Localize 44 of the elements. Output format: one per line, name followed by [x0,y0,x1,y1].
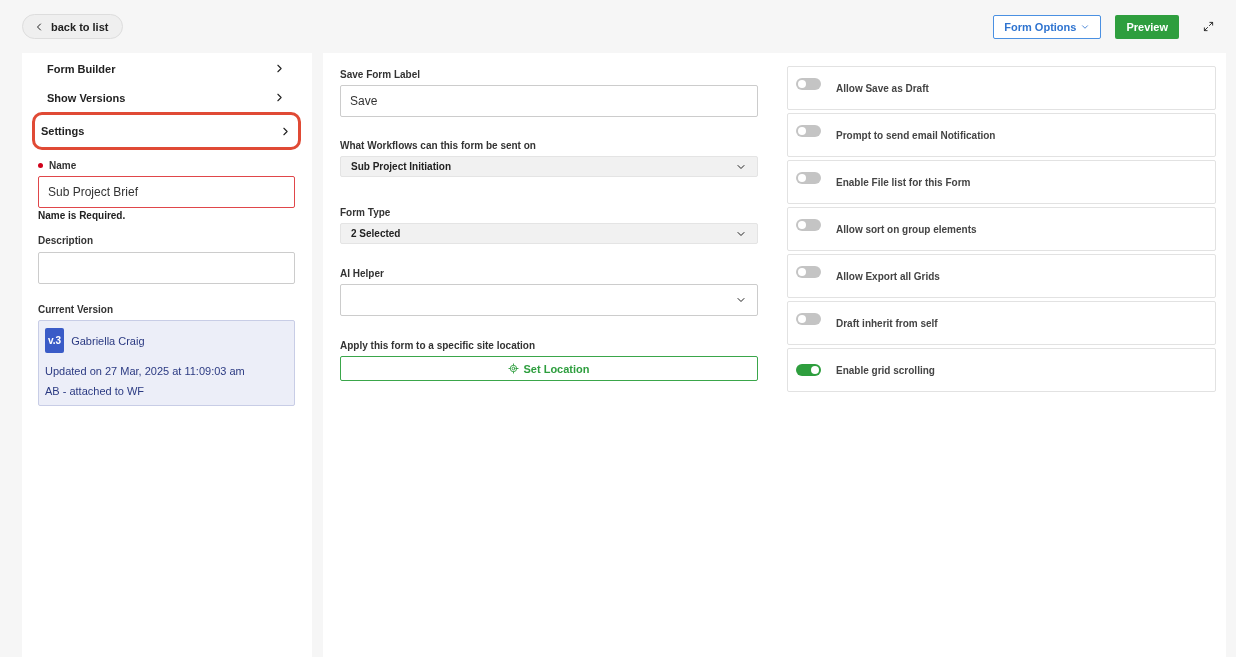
toggle-switch[interactable] [796,219,821,231]
name-input[interactable]: Sub Project Brief [38,176,295,208]
field-label: What Workflows can this form be sent on [340,140,536,151]
setting-label: Draft inherit from self [836,317,938,329]
nav-item-label: Show Versions [47,91,126,104]
description-input[interactable] [38,252,295,284]
version-note: AB - attached to WF [45,385,146,397]
nav-item[interactable]: Form Builder [38,54,295,83]
nav-item-label: Form Builder [47,62,116,75]
updated-text: Updated on 27 Mar, 2025 at 11:09:03 am [45,365,246,377]
toggle-switch[interactable] [796,266,821,278]
error-message: Name is Required. [38,210,127,221]
field-label: AI Helper [340,268,384,279]
field-label: Form Type [340,207,391,218]
author-name: Gabriella Craig [71,334,145,347]
setting-label: Allow sort on group elements [836,223,977,235]
field-label: Apply this form to a specific site location [340,340,536,351]
set-location-button[interactable]: Set Location [340,356,758,381]
field-label: Name [49,160,77,171]
setting-label: Allow Save as Draft [836,82,929,94]
version-badge: v.3 [45,328,65,353]
section-label: Current Version [38,304,114,315]
workflow-select[interactable]: Sub Project Initiation [340,156,758,177]
toggle-switch[interactable] [796,364,821,376]
field-label: Description [38,235,93,246]
toggle-switch[interactable] [796,125,821,137]
ai-helper-select[interactable] [340,284,758,316]
setting-label: Enable grid scrolling [836,364,935,376]
setting-label: Enable File list for this Form [836,176,971,188]
back-button[interactable]: back to list [22,14,124,39]
form-type-select[interactable]: 2 Selected [340,223,758,244]
setting-label: Allow Export all Grids [836,270,940,282]
nav-item[interactable]: Settings [32,112,301,150]
setting-label: Prompt to send email Notification [836,129,996,141]
save-label-input[interactable]: Save [340,85,758,117]
expand-icon[interactable] [1203,21,1214,32]
toggle-switch[interactable] [796,78,821,90]
nav-item-label: Settings [41,125,85,137]
toggle-switch[interactable] [796,313,821,325]
form-options-dropdown[interactable]: Form Options [993,14,1102,39]
locate-icon [508,363,520,374]
toggle-switch[interactable] [796,172,821,184]
nav-item[interactable]: Show Versions [38,83,295,112]
field-label: Save Form Label [340,69,421,80]
